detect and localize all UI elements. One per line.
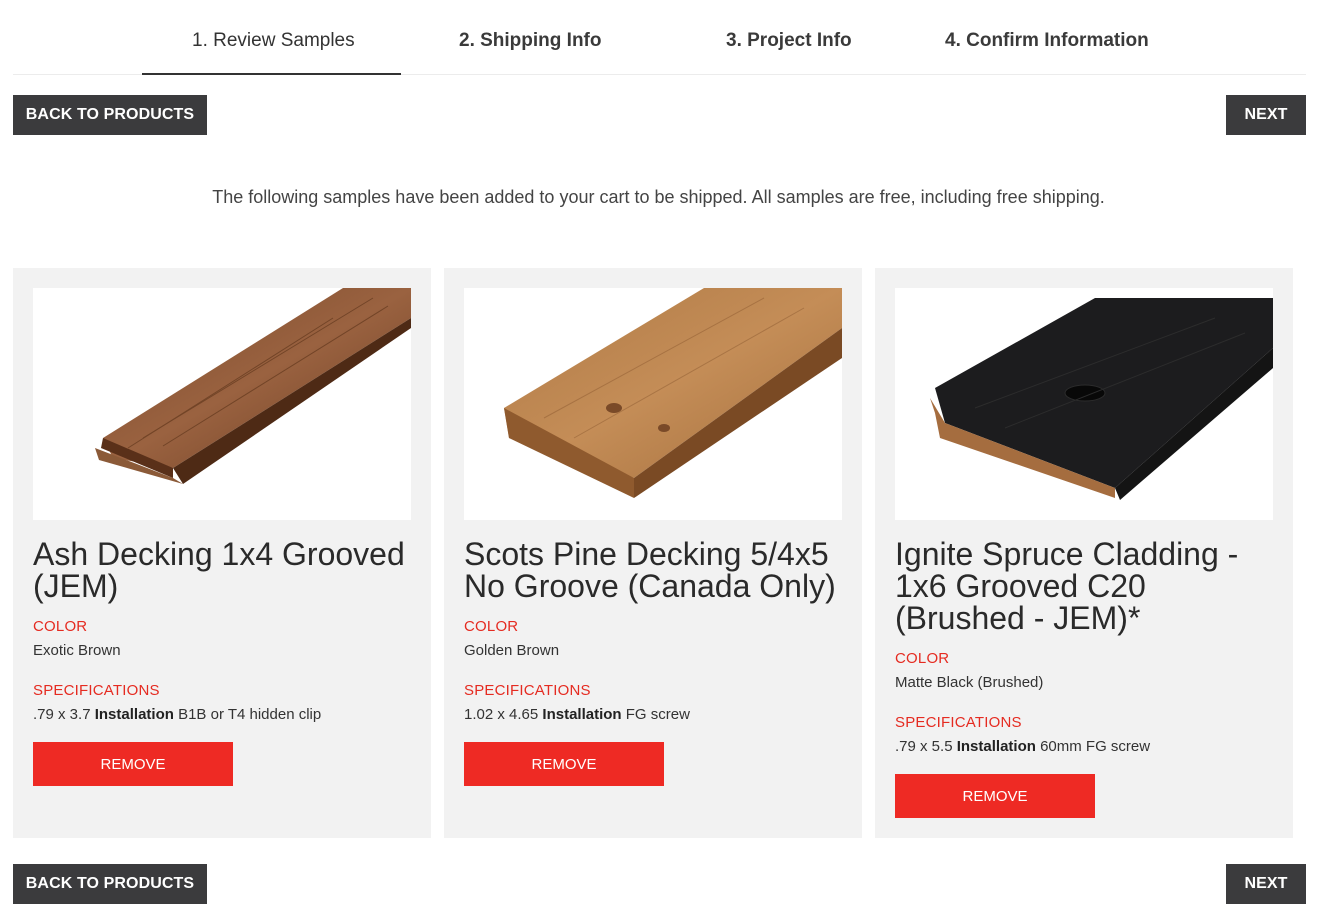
product-title: Ash Decking 1x4 Grooved (JEM) bbox=[33, 536, 405, 604]
product-title: Ignite Spruce Cladding - 1x6 Grooved C20… bbox=[895, 536, 1239, 636]
remove-button[interactable]: REMOVE bbox=[33, 742, 233, 786]
specifications-label: SPECIFICATIONS bbox=[464, 682, 591, 699]
color-label: COLOR bbox=[464, 618, 519, 635]
product-image bbox=[33, 288, 411, 520]
specifications-value: 1.02 x 4.65 Installation FG screw bbox=[464, 706, 690, 723]
product-title: Scots Pine Decking 5/4x5 No Groove (Cana… bbox=[464, 536, 836, 604]
step-review-samples[interactable]: 1. Review Samples bbox=[192, 30, 355, 52]
active-step-indicator bbox=[142, 73, 401, 75]
specifications-value: .79 x 3.7 Installation B1B or T4 hidden … bbox=[33, 706, 322, 723]
color-value: Golden Brown bbox=[464, 642, 560, 659]
remove-button[interactable]: REMOVE bbox=[464, 742, 664, 786]
product-image bbox=[464, 288, 842, 520]
specifications-value: .79 x 5.5 Installation 60mm FG screw bbox=[895, 738, 1151, 755]
checkout-steps: 1. Review Samples 2. Shipping Info 3. Pr… bbox=[13, 0, 1306, 75]
color-label: COLOR bbox=[895, 650, 950, 667]
step-confirm-information[interactable]: 4. Confirm Information bbox=[945, 30, 1149, 52]
color-value: Exotic Brown bbox=[33, 642, 121, 659]
color-label: COLOR bbox=[33, 618, 88, 635]
next-button[interactable]: NEXT bbox=[1226, 864, 1306, 904]
product-image bbox=[895, 288, 1273, 520]
color-value: Matte Black (Brushed) bbox=[895, 674, 1044, 691]
back-to-products-button[interactable]: BACK TO PRODUCTS bbox=[13, 864, 207, 904]
specifications-label: SPECIFICATIONS bbox=[895, 714, 1022, 731]
step-shipping-info[interactable]: 2. Shipping Info bbox=[459, 30, 601, 52]
step-project-info[interactable]: 3. Project Info bbox=[726, 30, 852, 52]
intro-text: The following samples have been added to… bbox=[212, 187, 1105, 207]
sample-card: Ash Decking 1x4 Grooved (JEM) COLOR Exot… bbox=[13, 268, 431, 838]
sample-card: Ignite Spruce Cladding - 1x6 Grooved C20… bbox=[875, 268, 1293, 838]
remove-button[interactable]: REMOVE bbox=[895, 774, 1095, 818]
sample-card: Scots Pine Decking 5/4x5 No Groove (Cana… bbox=[444, 268, 862, 838]
specifications-label: SPECIFICATIONS bbox=[33, 682, 160, 699]
back-to-products-button[interactable]: BACK TO PRODUCTS bbox=[13, 95, 207, 135]
next-button[interactable]: NEXT bbox=[1226, 95, 1306, 135]
